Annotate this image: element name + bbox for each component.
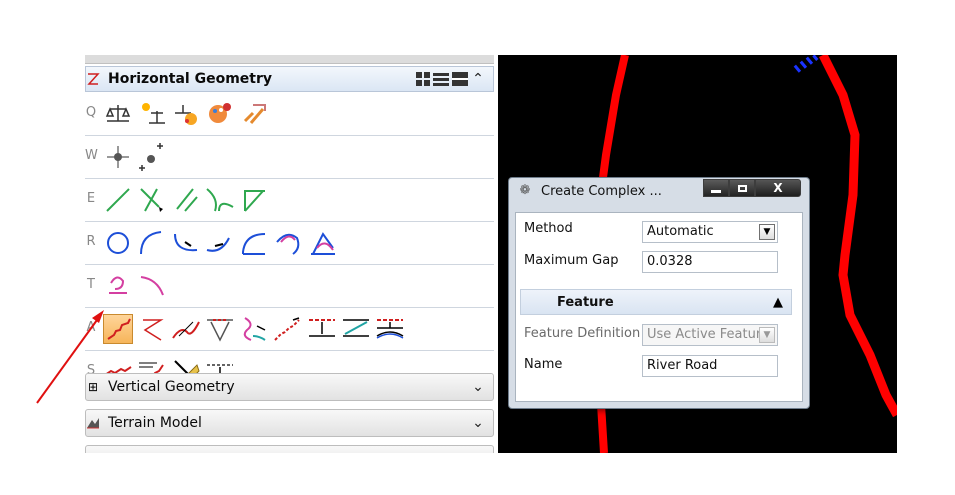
annotation-arrow: [36, 310, 104, 404]
